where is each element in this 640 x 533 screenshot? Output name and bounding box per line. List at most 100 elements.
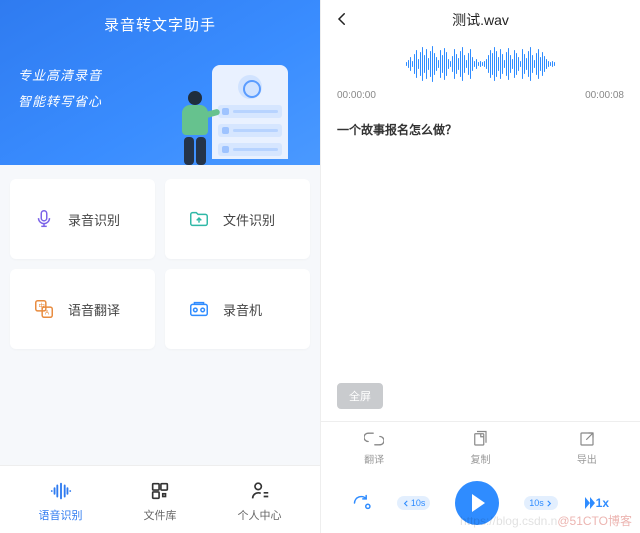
wave-bar	[494, 47, 495, 81]
wave-bar	[552, 61, 553, 67]
header: 录音转文字助手 专业高清录音 智能转写省心	[0, 0, 320, 165]
action-export[interactable]: 导出	[534, 422, 640, 473]
wave-bar	[518, 57, 519, 71]
wave-bar	[506, 52, 507, 76]
wave-bar	[470, 49, 471, 79]
wave-bar	[486, 59, 487, 69]
card-label: 语音翻译	[68, 300, 120, 319]
wave-bar	[528, 51, 529, 77]
wave-bar	[554, 62, 555, 66]
wave-bar	[424, 55, 425, 73]
copy-icon	[471, 430, 489, 448]
translate-action-icon	[364, 430, 384, 448]
wave-bar	[430, 51, 431, 77]
waveform[interactable]	[321, 40, 640, 88]
wave-bar	[446, 52, 447, 76]
wave-bar	[542, 52, 543, 76]
wave-bar	[524, 54, 525, 74]
person-icon	[248, 479, 272, 503]
wave-bar	[464, 55, 465, 73]
wave-bar	[536, 53, 537, 75]
wave-bar	[476, 59, 477, 69]
wave-bar	[526, 58, 527, 70]
transcript-area: 一个故事报名怎么做？ 全屏	[321, 109, 640, 421]
wave-bar	[420, 52, 421, 76]
card-voice-translate[interactable]: 中 A 语音翻译	[10, 269, 155, 349]
wave-bar	[502, 54, 503, 74]
tab-bar: 语音识别 文件库 个人中心	[0, 465, 320, 533]
wave-bar	[496, 51, 497, 77]
wave-bar	[440, 50, 441, 78]
detail-header: 测试.wav	[321, 0, 640, 40]
svg-text:中: 中	[39, 301, 45, 310]
wave-bar	[516, 53, 517, 75]
tab-voice-recognition[interactable]: 语音识别	[39, 479, 83, 523]
loop-button[interactable]	[352, 493, 372, 513]
wave-bar	[512, 59, 513, 69]
tab-file-library[interactable]: 文件库	[144, 479, 177, 523]
wave-bar	[418, 59, 419, 69]
mic-icon	[32, 207, 56, 231]
play-button[interactable]	[455, 481, 499, 525]
translate-icon: 中 A	[32, 297, 56, 321]
wave-bar	[472, 57, 473, 71]
wave-bar	[444, 48, 445, 80]
wave-bar	[480, 61, 481, 67]
back-button[interactable]	[333, 10, 351, 28]
recorder-icon	[187, 297, 211, 321]
wave-bar	[500, 49, 501, 79]
svg-text:A: A	[45, 310, 50, 317]
wave-bar	[408, 60, 409, 68]
wave-bar	[412, 61, 413, 67]
wave-bar	[450, 61, 451, 67]
detail-screen: 测试.wav 00:00:00 00:00:08 一个故事报名怎么做？ 全屏 翻…	[320, 0, 640, 533]
wave-bar	[530, 47, 531, 81]
wave-bar	[510, 55, 511, 73]
grid-icon	[148, 479, 172, 503]
transcript-text: 一个故事报名怎么做？	[337, 121, 624, 138]
fullscreen-button[interactable]: 全屏	[337, 383, 383, 409]
speed-button[interactable]: 1x	[583, 496, 609, 510]
time-start: 00:00:00	[337, 90, 376, 101]
wave-bar	[504, 60, 505, 68]
action-copy[interactable]: 复制	[427, 422, 533, 473]
seek-forward-button[interactable]: 10s	[524, 496, 558, 510]
app-title: 录音转文字助手	[18, 14, 302, 35]
card-record-recognition[interactable]: 录音识别	[10, 179, 155, 259]
wave-bar	[520, 61, 521, 67]
wave-bar	[534, 60, 535, 68]
action-translate[interactable]: 翻译	[321, 422, 427, 473]
wave-bar	[432, 46, 433, 82]
wave-bar	[508, 48, 509, 80]
wave-bar	[456, 54, 457, 74]
card-recorder[interactable]: 录音机	[165, 269, 310, 349]
wave-bar	[416, 50, 417, 78]
wave-bar	[514, 50, 515, 78]
wave-bar	[544, 56, 545, 72]
wave-bar	[462, 47, 463, 81]
wave-bar	[478, 62, 479, 66]
wave-bar	[426, 49, 427, 79]
card-file-recognition[interactable]: 文件识别	[165, 179, 310, 259]
tab-profile[interactable]: 个人中心	[238, 479, 282, 523]
wave-bar	[546, 59, 547, 69]
wave-bar	[522, 49, 523, 79]
wave-icon	[49, 479, 73, 503]
tab-label: 文件库	[144, 507, 177, 523]
wave-bar	[436, 57, 437, 71]
wave-bar	[454, 49, 455, 79]
wave-bar	[438, 60, 439, 68]
tab-label: 个人中心	[238, 507, 282, 523]
wave-bar	[406, 62, 407, 66]
wave-bar	[434, 53, 435, 75]
action-label: 复制	[470, 451, 490, 466]
wave-bar	[442, 55, 443, 73]
wave-bar	[428, 58, 429, 70]
wave-bar	[448, 59, 449, 69]
wave-bar	[532, 55, 533, 73]
time-end: 00:00:08	[585, 90, 624, 101]
seek-back-button[interactable]: 10s	[397, 496, 431, 510]
card-label: 录音机	[223, 300, 262, 319]
wave-bar	[422, 47, 423, 81]
wave-bar	[466, 60, 467, 68]
